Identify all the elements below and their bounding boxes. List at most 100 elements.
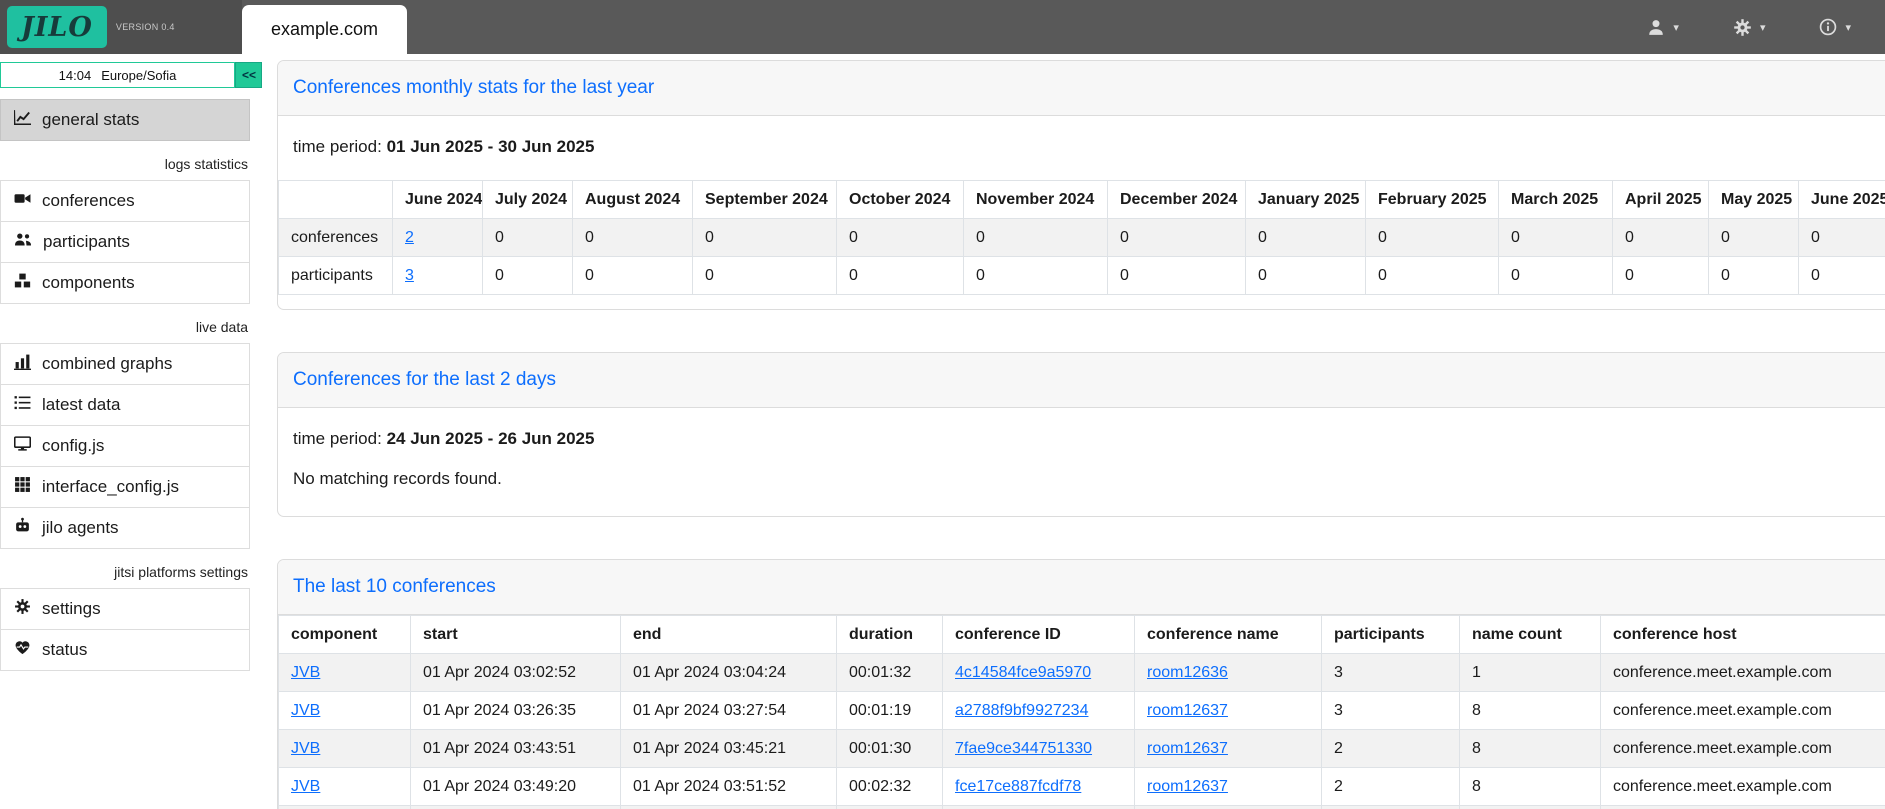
cell-link[interactable]: JVB [291,778,320,795]
cell-link[interactable]: 4c14584fce9a5970 [955,664,1091,681]
sidebar-item-interface-config-js[interactable]: interface_config.js [0,466,250,508]
chevron-down-icon: ▾ [1760,21,1766,34]
sidebar-item-conferences[interactable]: conferences [0,180,250,222]
table-cell: 0 [1499,257,1613,295]
video-camera-icon [14,190,31,212]
time-period-value: 01 Jun 2025 - 30 Jun 2025 [387,137,595,156]
time-period-label: time period: [293,429,382,448]
settings-menu[interactable]: ▾ [1733,18,1766,37]
sidebar-item-combined-graphs[interactable]: combined graphs [0,343,250,385]
topbar: JILO VERSION 0.4 example.com ▾ ▾ ▾ [0,0,1885,54]
table-cell: JVB [279,768,411,806]
sidebar-item-label: components [42,273,135,293]
cell-link[interactable]: 7fae9ce344751330 [955,740,1092,757]
table-cell: room12636 [1135,654,1322,692]
table-cell: conference.meet.example.com [1601,730,1885,768]
table-cell: room12637 [1135,806,1322,809]
chevron-down-icon: ▾ [1845,21,1851,34]
sidebar: 14:04 Europe/Sofia << general stats logs… [0,54,262,671]
table-row: participants3000000000000 [279,257,1885,295]
sidebar-item-settings[interactable]: settings [0,588,250,630]
table-cell: 00:02:32 [837,768,943,806]
table-cell: 8 [1460,730,1601,768]
table-cell: 0 [1613,257,1709,295]
last-10-conferences-table: componentstartenddurationconference IDco… [278,615,1885,809]
cell-link[interactable]: a2788f9bf9927234 [955,702,1088,719]
sidebar-item-status[interactable]: status [0,629,250,671]
grid-icon [14,476,31,498]
table-cell: 01 Apr 2024 03:04:24 [621,654,837,692]
sidebar-item-participants[interactable]: participants [0,221,250,263]
table-cell: conference.meet.example.com [1601,692,1885,730]
clock-time: 14:04 [59,68,92,83]
column-header: conference name [1135,616,1322,654]
cell-link[interactable]: JVB [291,740,320,757]
table-cell: 0 [1799,257,1885,295]
cell-link[interactable]: room12637 [1147,740,1228,757]
table-cell: 0 [1799,219,1885,257]
cell-link[interactable]: JVB [291,702,320,719]
table-cell: 0 [483,219,573,257]
column-header: duration [837,616,943,654]
table-cell: 3 [1322,654,1460,692]
table-cell: 0 [837,257,964,295]
user-menu[interactable]: ▾ [1647,18,1679,36]
table-cell: 0 [1108,257,1246,295]
table-cell: 0 [573,219,693,257]
column-header: August 2024 [573,181,693,219]
sidebar-item-label: combined graphs [42,354,172,374]
column-header: June 2025 [1799,181,1885,219]
cell-link[interactable]: fce17ce887fcdf78 [955,778,1081,795]
column-header: participants [1322,616,1460,654]
cell-link[interactable]: room12637 [1147,702,1228,719]
table-cell: 0 [693,257,837,295]
gear-icon [1733,18,1752,37]
table-row: conferences2000000000000 [279,219,1885,257]
sidebar-item-general-stats[interactable]: general stats [0,99,250,141]
card-body: time period: 24 Jun 2025 - 26 Jun 2025 N… [278,408,1885,516]
cell-link[interactable]: JVB [291,664,320,681]
table-cell: 01 Apr 2024 03:45:21 [621,730,837,768]
column-header: September 2024 [693,181,837,219]
sidebar-section-live-data: live data [0,319,248,335]
table-cell: 01 Apr 2024 03:02:52 [411,654,621,692]
table-cell: 2 [393,219,483,257]
sidebar-item-config-js[interactable]: config.js [0,425,250,467]
table-cell: 2 [1322,806,1460,809]
table-cell: JVB [279,692,411,730]
table-cell: 01 Apr 2024 03:51:57 [411,806,621,809]
sidebar-collapse-button[interactable]: << [235,62,262,88]
column-header: name count [1460,616,1601,654]
cell-link[interactable]: room12636 [1147,664,1228,681]
table-cell: 8 [1460,768,1601,806]
table-cell: 2 [1322,730,1460,768]
cell-link[interactable]: room12637 [1147,778,1228,795]
cell-link[interactable]: 2 [405,229,414,246]
sidebar-item-components[interactable]: components [0,262,250,304]
version-label: VERSION 0.4 [116,22,175,32]
table-cell: 0 [1366,257,1499,295]
time-period-label: time period: [293,137,382,156]
clock-timezone: Europe/Sofia [101,68,176,83]
info-menu[interactable]: ▾ [1819,18,1851,36]
column-header [279,181,393,219]
table-cell: 00:01:32 [837,654,943,692]
cell-link[interactable]: 3 [405,267,414,284]
table-cell: 0 [483,257,573,295]
table-cell: 00:01:19 [837,692,943,730]
main-content: Conferences monthly stats for the last y… [262,54,1885,809]
sidebar-item-latest-data[interactable]: latest data [0,384,250,426]
time-period: time period: 01 Jun 2025 - 30 Jun 2025 [293,137,1885,157]
tab-example-com[interactable]: example.com [242,5,407,54]
sidebar-item-jilo-agents[interactable]: jilo agents [0,507,250,549]
jilo-logo[interactable]: JILO [7,6,107,48]
table-cell: a2788f9bf9927234 [943,692,1135,730]
column-header: January 2025 [1246,181,1366,219]
list-icon [14,394,31,416]
chevron-down-icon: ▾ [1673,21,1679,34]
table-cell: 0 [1246,219,1366,257]
table-cell: room12637 [1135,692,1322,730]
monitor-icon [14,435,31,457]
table-row: JVB01 Apr 2024 03:43:5101 Apr 2024 03:45… [279,730,1885,768]
table-cell: 0 [837,219,964,257]
